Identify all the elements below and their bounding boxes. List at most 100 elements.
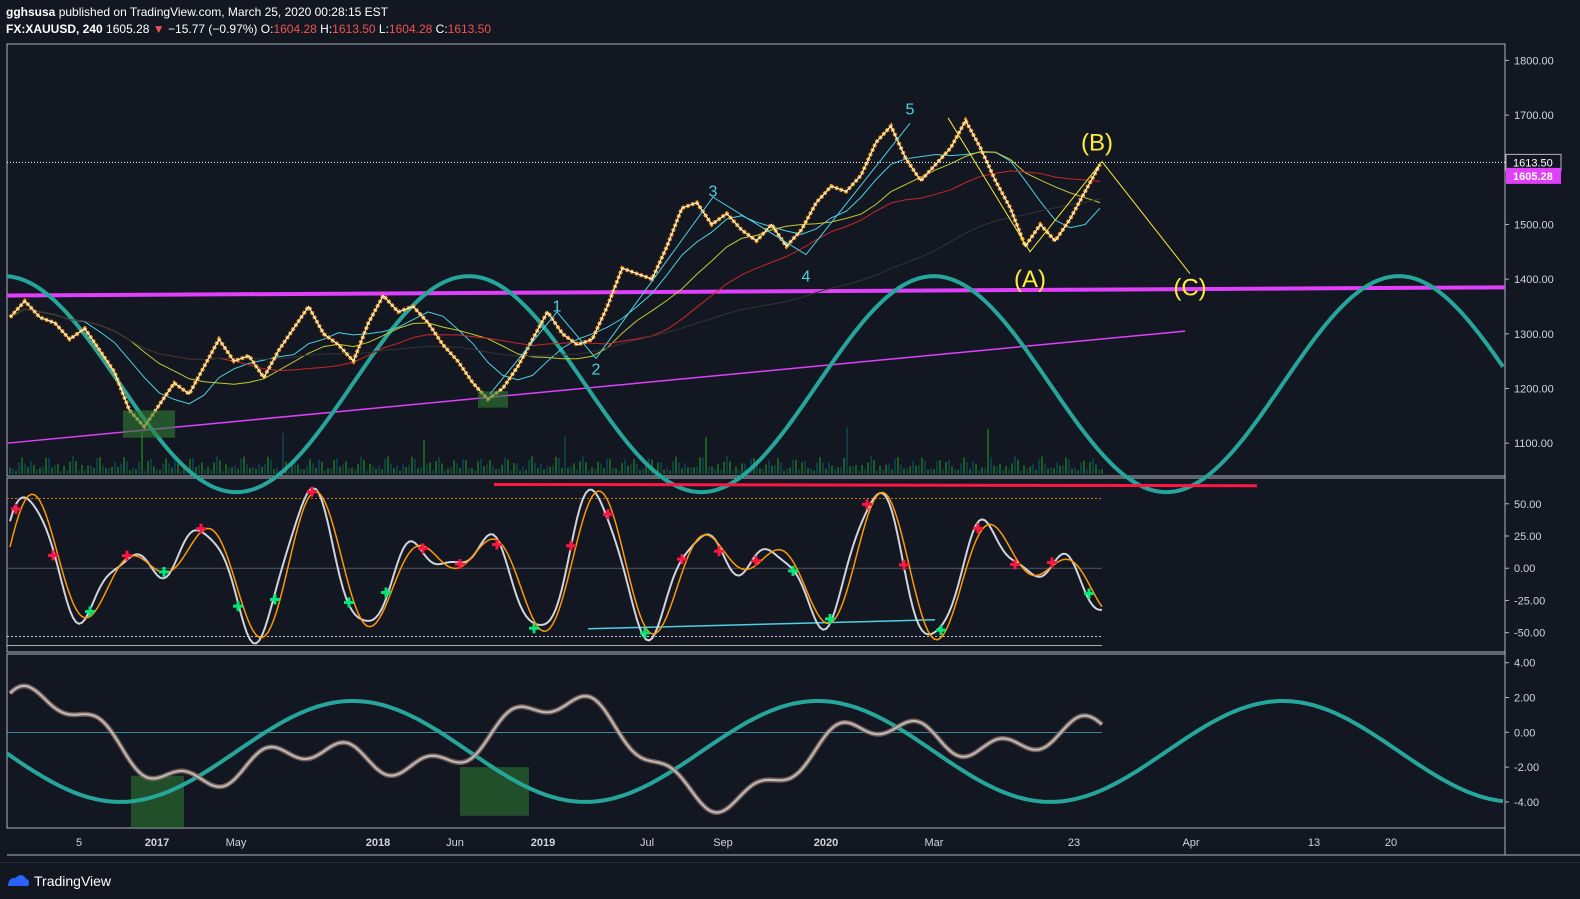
volume-bar (819, 456, 821, 474)
volume-bar (741, 463, 743, 474)
volume-bar (675, 456, 677, 474)
volume-bar (309, 459, 311, 474)
volume-bar (855, 464, 857, 474)
volume-bar (843, 458, 845, 474)
cross-bar (939, 625, 943, 636)
volume-bar (627, 465, 629, 474)
volume-bar (312, 463, 314, 474)
wave-label: 5 (906, 102, 915, 119)
volume-bar (729, 461, 731, 474)
volume-bar (1092, 458, 1094, 474)
volume-bar (120, 463, 122, 474)
volume-bar (366, 470, 368, 474)
volume-bar (924, 460, 926, 474)
volume-bar (804, 460, 806, 474)
osc1-tick-label: 25.00 (1514, 531, 1542, 543)
volume-bar (93, 467, 95, 474)
volume-bar (603, 468, 605, 474)
volume-bar (252, 466, 254, 474)
osc2-tick-label: -2.00 (1514, 762, 1539, 774)
volume-bar (1071, 468, 1073, 474)
cross-bar (384, 587, 388, 598)
volume-bar (888, 464, 890, 474)
volume-bar (795, 459, 797, 474)
volume-bar (645, 466, 647, 474)
volume-bar (306, 465, 308, 474)
price-tick-label: 1700.00 (1514, 110, 1554, 122)
osc2-tick-label: 2.00 (1514, 693, 1535, 705)
volume-bar (261, 466, 263, 474)
volume-bar (822, 462, 824, 474)
volume-bar (330, 468, 332, 474)
volume-bar (408, 464, 410, 474)
volume-bar (873, 460, 875, 474)
volume-bar (237, 468, 239, 474)
volume-bar (798, 469, 800, 474)
time-axis-label: Mar (925, 837, 944, 849)
volume-bar (288, 470, 290, 474)
volume-bar (204, 469, 206, 474)
volume-bar (468, 468, 470, 474)
wave-label: 1 (553, 298, 562, 315)
volume-bar (1089, 462, 1091, 474)
volume-bar (441, 463, 443, 474)
price-tick-label: 1500.00 (1514, 219, 1554, 231)
volume-bar (438, 457, 440, 474)
volume-bar (708, 466, 710, 474)
osc1-resistance-line[interactable] (493, 482, 1258, 488)
volume-bar (462, 459, 464, 474)
volume-bar (321, 461, 323, 474)
volume-bar (528, 460, 530, 474)
time-axis-label: May (226, 837, 247, 849)
volume-bar (564, 436, 566, 474)
osc1-tick-label: 50.00 (1514, 499, 1542, 511)
brand-name[interactable]: TradingView (34, 873, 111, 889)
volume-bar (63, 465, 65, 474)
volume-bar (636, 463, 638, 474)
volume-bar (978, 470, 980, 474)
volume-bar (783, 470, 785, 474)
volume-bar (162, 463, 164, 474)
cross-bar (236, 601, 240, 612)
volume-bar (903, 468, 905, 474)
volume-bar (126, 460, 128, 474)
volume-bar (1074, 467, 1076, 474)
cross-bar (1050, 557, 1054, 568)
volume-bar (1068, 459, 1070, 474)
volume-bar (810, 467, 812, 474)
volume-bar (792, 459, 794, 474)
volume-bar (423, 439, 425, 474)
volume-bar (567, 467, 569, 474)
volume-bar (159, 470, 161, 474)
volume-bar (918, 465, 920, 474)
volume-bar (147, 460, 149, 474)
volume-bar (447, 468, 449, 474)
volume-bar (687, 467, 689, 474)
volume-bar (933, 469, 935, 474)
chart-canvas[interactable]: 12345(A)(B)(C) 1800.001700.001600.001500… (0, 0, 1580, 862)
volume-bar (951, 466, 953, 474)
volume-bar (30, 461, 32, 474)
osc2-tick-label: 4.00 (1514, 658, 1535, 670)
volume-bar (510, 470, 512, 474)
volume-bar (816, 462, 818, 474)
volume-bar (615, 468, 617, 474)
price-tick-label: 1200.00 (1514, 384, 1554, 396)
volume-bar (168, 463, 170, 474)
volume-bar (363, 459, 365, 474)
volume-bar (240, 458, 242, 474)
volume-bar (84, 469, 86, 474)
volume-bar (300, 469, 302, 474)
volume-bar (858, 470, 860, 474)
volume-bar (201, 462, 203, 474)
tradingview-logo-icon[interactable] (6, 872, 30, 890)
time-axis-label: 2017 (145, 837, 169, 849)
volume-bar (42, 466, 44, 474)
cross-bar (569, 540, 573, 551)
volume-bar (954, 468, 956, 474)
cross-bar (606, 509, 610, 520)
volume-bar (618, 470, 620, 474)
volume-bar (594, 468, 596, 474)
cross-bar (643, 627, 647, 638)
volume-bar (381, 469, 383, 474)
